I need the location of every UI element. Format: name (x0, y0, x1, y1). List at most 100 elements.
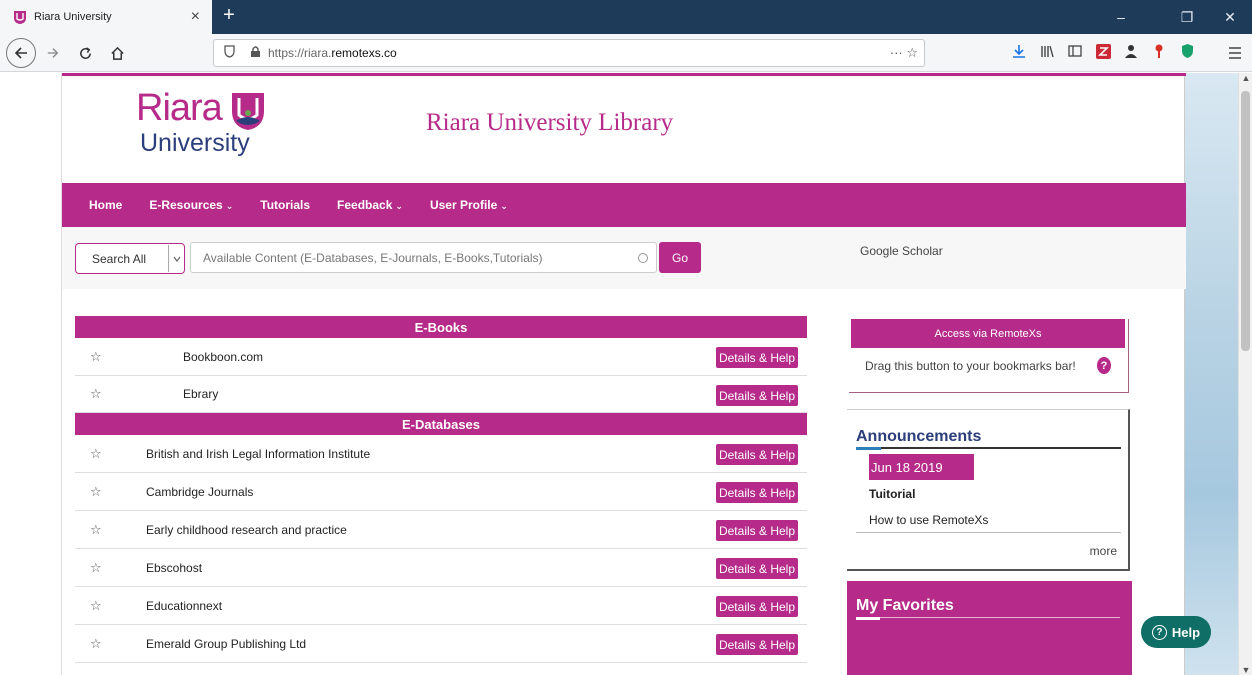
star-icon[interactable]: ☆ (90, 598, 102, 614)
new-tab-button[interactable]: + (218, 4, 240, 27)
go-button[interactable]: Go (659, 242, 701, 273)
riara-logo[interactable]: Riara University (136, 87, 276, 163)
minimize-button[interactable]: – (1099, 0, 1143, 34)
tab-close-icon[interactable]: × (191, 8, 200, 26)
library-icon[interactable] (1038, 42, 1056, 60)
bookmark-hint: Drag this button to your bookmarks bar! (865, 359, 1076, 373)
resource-name[interactable]: Ebscohost (146, 561, 202, 575)
more-link[interactable]: more (1090, 544, 1117, 558)
forward-button[interactable] (40, 40, 66, 66)
restore-button[interactable]: ❐ (1165, 0, 1209, 34)
shield-icon[interactable] (218, 45, 240, 61)
browser-tab[interactable]: Riara University × (0, 0, 212, 34)
scroll-up-icon[interactable]: ▲ (1239, 73, 1252, 83)
star-icon[interactable]: ☆ (90, 349, 102, 365)
details-help-button[interactable]: Details & Help (715, 558, 798, 579)
key-extension-icon[interactable] (1150, 42, 1168, 60)
list-item: ☆ British and Irish Legal Information In… (75, 435, 807, 473)
list-item: ☆ Ebrary Details & Help (75, 376, 807, 413)
home-icon (110, 46, 124, 60)
details-help-button[interactable]: Details & Help (715, 520, 798, 541)
divider-accent (856, 447, 881, 450)
details-help-button[interactable]: Details & Help (715, 347, 798, 368)
google-scholar-link[interactable]: Google Scholar (860, 244, 943, 258)
announcements-title: Announcements (856, 428, 982, 445)
tab-title: Riara University (34, 11, 112, 23)
star-icon[interactable]: ☆ (90, 386, 102, 402)
star-icon[interactable]: ☆ (90, 484, 102, 500)
menu-e-resources[interactable]: E-Resources ⌄ (149, 198, 233, 212)
close-window-button[interactable]: ✕ (1208, 0, 1252, 34)
lock-icon[interactable] (244, 45, 266, 61)
details-help-button[interactable]: Details & Help (715, 444, 798, 465)
details-help-button[interactable]: Details & Help (715, 482, 798, 503)
divider-accent (856, 617, 880, 620)
resources-list: E-Books ☆ Bookboon.com Details & Help ☆ … (75, 316, 807, 663)
help-widget-button[interactable]: ? Help (1141, 616, 1211, 648)
resource-name[interactable]: Emerald Group Publishing Ltd (146, 637, 306, 651)
reload-button[interactable] (72, 40, 98, 66)
back-button[interactable] (6, 38, 36, 68)
search-scope-value: Search All (92, 251, 147, 266)
toolbar-extensions (1010, 42, 1196, 60)
search-band: Search All Available Content (E-Database… (62, 227, 1186, 289)
shield-extension-icon[interactable] (1178, 42, 1196, 60)
announcement-date: Jun 18 2019 (869, 454, 974, 480)
star-icon[interactable]: ☆ (90, 522, 102, 538)
menu-tutorials[interactable]: Tutorials (260, 198, 310, 212)
site-title: Riara University Library (426, 109, 674, 136)
menu-home-label: Home (89, 198, 123, 212)
library-page: Riara University Riara University Librar… (61, 73, 1186, 675)
menu-button[interactable] (1222, 40, 1248, 66)
chevron-down-icon: ⌄ (225, 201, 234, 211)
menu-e-resources-label: E-Resources (149, 198, 223, 212)
page-scrollbar[interactable]: ▲ ▼ (1238, 73, 1252, 675)
announcements-panel: Announcements Jun 18 2019 Tuitorial How … (847, 409, 1130, 571)
forward-arrow-icon (47, 48, 59, 58)
details-help-button[interactable]: Details & Help (715, 385, 798, 406)
menu-user-profile[interactable]: User Profile ⌄ (430, 198, 508, 212)
logo-university-text: University (140, 129, 250, 157)
download-icon[interactable] (1010, 42, 1028, 60)
menu-feedback[interactable]: Feedback ⌄ (337, 198, 403, 212)
star-icon[interactable]: ☆ (90, 636, 102, 652)
search-scope-select[interactable]: Search All (75, 243, 185, 274)
address-bar[interactable]: https://riara.remotexs.co ··· ☆ (213, 39, 925, 67)
scroll-down-icon[interactable]: ▼ (1239, 665, 1252, 675)
resource-name[interactable]: Early childhood research and practice (146, 523, 347, 537)
menu-home[interactable]: Home (89, 198, 122, 212)
star-icon[interactable]: ☆ (90, 446, 102, 462)
resource-name[interactable]: British and Irish Legal Information Inst… (146, 447, 370, 461)
access-remotexs-button[interactable]: Access via RemoteXs (851, 319, 1125, 348)
resource-name[interactable]: Educationnext (146, 599, 222, 613)
star-icon[interactable]: ☆ (90, 560, 102, 576)
ebooks-header: E-Books (75, 316, 807, 338)
logo-shield-icon (232, 93, 264, 130)
announcement-text[interactable]: How to use RemoteXs (869, 513, 988, 527)
top-accent-line (62, 73, 1186, 76)
home-button[interactable] (104, 40, 130, 66)
scroll-thumb[interactable] (1241, 91, 1250, 351)
resource-name[interactable]: Bookboon.com (183, 350, 263, 364)
hamburger-menu-icon (1229, 47, 1241, 59)
announcement-title[interactable]: Tuitorial (869, 487, 915, 501)
divider (856, 532, 1121, 533)
menu-feedback-label: Feedback (337, 198, 393, 212)
resource-name[interactable]: Cambridge Journals (146, 485, 253, 499)
reload-icon (79, 46, 91, 59)
list-item: ☆ Emerald Group Publishing Ltd Details &… (75, 625, 807, 663)
search-clear-icon[interactable] (638, 252, 648, 263)
page-actions[interactable]: ··· ☆ (890, 45, 918, 61)
url-prefix: https://riara. (268, 46, 332, 60)
details-help-button[interactable]: Details & Help (715, 634, 798, 655)
person-extension-icon[interactable] (1122, 42, 1140, 60)
zotero-extension-icon[interactable] (1094, 42, 1112, 60)
search-input[interactable]: Available Content (E-Databases, E-Journa… (190, 242, 657, 273)
list-item: ☆ Early childhood research and practice … (75, 511, 807, 549)
url-domain: remotexs.co (331, 46, 397, 60)
help-question-icon[interactable]: ? (1097, 357, 1111, 374)
details-help-button[interactable]: Details & Help (715, 596, 798, 617)
resource-name[interactable]: Ebrary (183, 387, 218, 401)
edatabases-header: E-Databases (75, 413, 807, 435)
sidebar-icon[interactable] (1066, 42, 1084, 60)
